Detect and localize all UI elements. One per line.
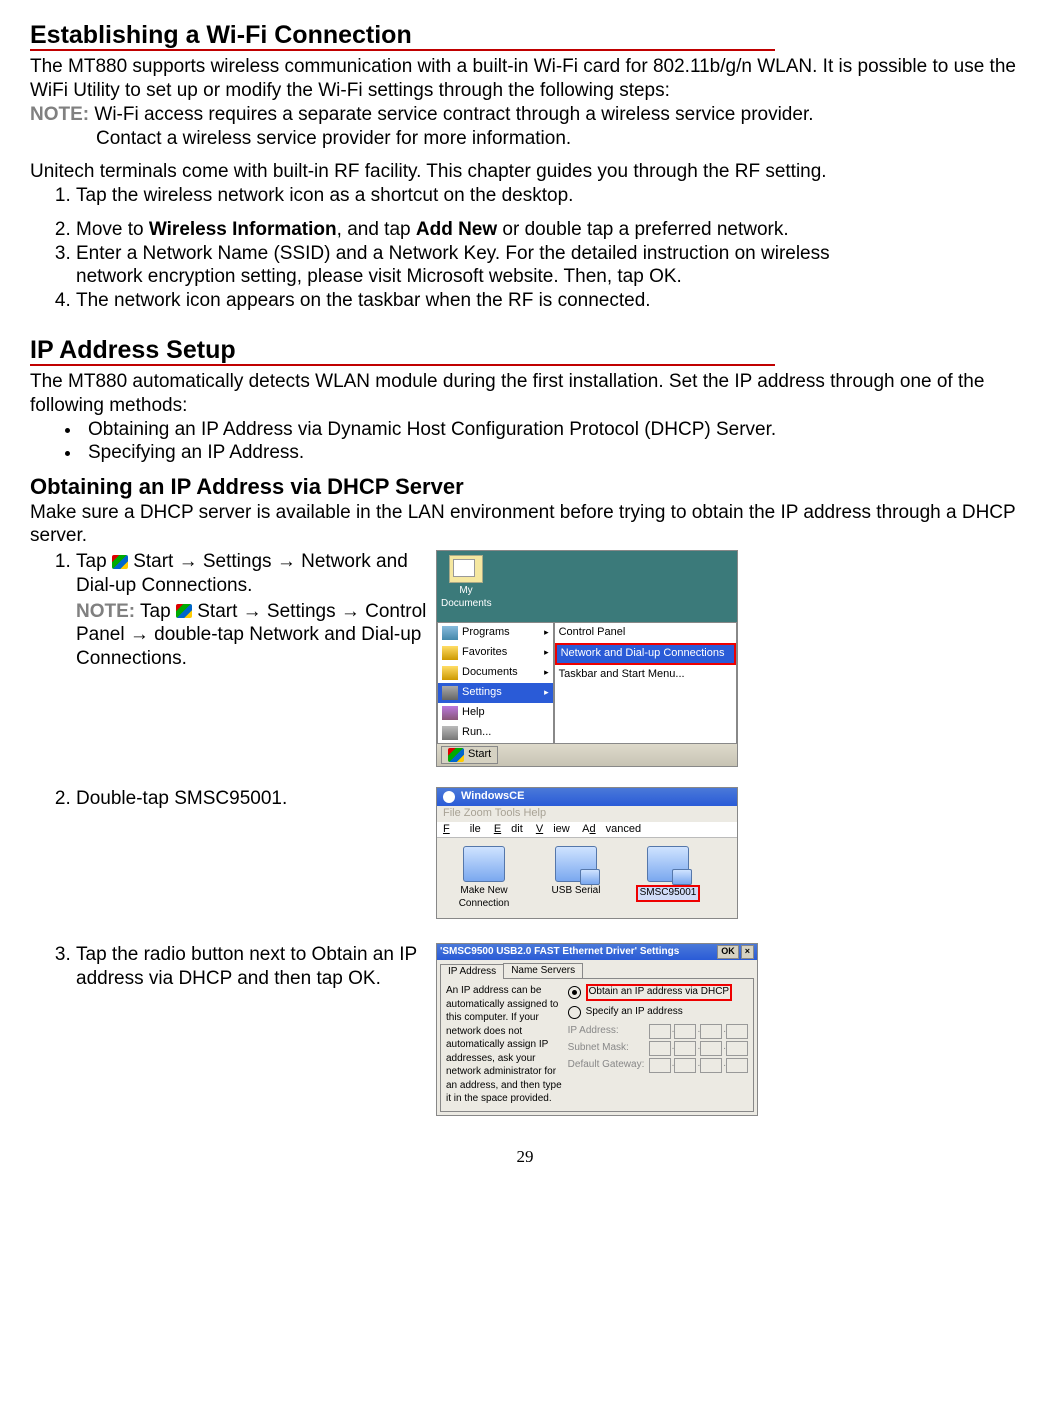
menu-programs[interactable]: Programs▸ — [438, 623, 553, 643]
tab-ip-address[interactable]: IP Address — [440, 964, 504, 980]
submenu-network-dialup[interactable]: Network and Dial-up Connections — [555, 643, 736, 665]
ip-method-specify: Specifying an IP Address. — [82, 441, 1020, 465]
heading-ip: IP Address Setup — [30, 335, 1020, 366]
note-line1: Wi-Fi access requires a separate service… — [89, 104, 813, 125]
menu-edit[interactable]: Edit — [494, 823, 523, 835]
submenu-control-panel[interactable]: Control Panel — [555, 623, 736, 643]
ok-button[interactable]: OK — [717, 945, 739, 958]
start-icon — [448, 748, 464, 762]
note-label: NOTE: — [76, 601, 135, 622]
menu-help[interactable]: Help — [438, 703, 553, 723]
step-1-row: Tap Start → Settings → Network and Dial-… — [30, 550, 1020, 767]
ip-methods: Obtaining an IP Address via Dynamic Host… — [30, 418, 1020, 466]
step-3-row: Tap the radio button next to Obtain an I… — [30, 943, 1020, 1115]
dialog-titlebar: 'SMSC9500 USB2.0 FAST Ethernet Driver' S… — [437, 944, 757, 959]
close-button[interactable]: × — [741, 945, 754, 958]
help-text: An IP address can be automatically assig… — [446, 984, 568, 1106]
page-number: 29 — [30, 1146, 1020, 1167]
window-titlebar: WindowsCE — [437, 788, 737, 806]
para-rf-intro: Unitech terminals come with built-in RF … — [30, 160, 1020, 184]
make-new-connection[interactable]: Make New Connection — [445, 846, 523, 910]
ip-method-dhcp: Obtaining an IP Address via Dynamic Host… — [82, 418, 1020, 442]
para-dhcp-intro: Make sure a DHCP server is available in … — [30, 501, 1020, 549]
ip-address-field: IP Address: ... — [568, 1024, 748, 1039]
subheading-dhcp: Obtaining an IP Address via DHCP Server — [30, 473, 1020, 501]
menu-documents[interactable]: Documents▸ — [438, 663, 553, 683]
subnet-mask-field: Subnet Mask: ... — [568, 1041, 748, 1056]
radio-specify[interactable]: Specify an IP address — [568, 1006, 748, 1019]
step-2-row: Double-tap SMSC95001. WindowsCE File Zoo… — [30, 787, 1020, 919]
dhcp-step-3: Tap the radio button next to Obtain an I… — [76, 943, 430, 991]
menu-favorites[interactable]: Favorites▸ — [438, 643, 553, 663]
app-icon — [443, 791, 455, 803]
wifi-step-1: Tap the wireless network icon as a short… — [76, 184, 1020, 208]
smsc95001[interactable]: SMSC95001 — [629, 846, 707, 910]
wifi-steps-list: Tap the wireless network icon as a short… — [30, 184, 1020, 208]
my-documents-icon[interactable]: My Documents — [441, 555, 491, 610]
dhcp-step-1: Tap Start → Settings → Network and Dial-… — [76, 550, 430, 671]
wifi-steps-list-2: Move to Wireless Information, and tap Ad… — [30, 218, 836, 313]
gateway-field: Default Gateway: ... — [568, 1058, 748, 1073]
start-icon — [176, 604, 192, 618]
dhcp-step-2: Double-tap SMSC95001. — [76, 787, 430, 811]
screenshot-start-menu: My Documents Programs▸ Favorites▸ Docume… — [436, 550, 738, 767]
start-icon — [112, 555, 128, 569]
heading-wifi: Establishing a Wi-Fi Connection — [30, 20, 1020, 51]
submenu-taskbar[interactable]: Taskbar and Start Menu... — [555, 665, 736, 685]
wifi-step-2: Move to Wireless Information, and tap Ad… — [76, 218, 836, 242]
para-wifi-intro: The MT880 supports wireless communicatio… — [30, 55, 1020, 103]
usb-serial[interactable]: USB Serial — [537, 846, 615, 910]
menu-view[interactable]: View — [536, 823, 570, 835]
menu-run[interactable]: Run... — [438, 723, 553, 743]
menu-settings[interactable]: Settings▸ — [438, 683, 553, 703]
screenshot-connections: WindowsCE File Zoom Tools Help File Edit… — [436, 787, 738, 919]
radio-button-icon — [568, 986, 581, 999]
menu-advanced[interactable]: Advanced — [582, 823, 641, 835]
inner-menu-bar: File Edit View Advanced — [437, 822, 737, 839]
wifi-step-4: The network icon appears on the taskbar … — [76, 289, 836, 313]
note-wifi: NOTE: Wi-Fi access requires a separate s… — [30, 103, 1020, 151]
tab-name-servers[interactable]: Name Servers — [503, 963, 583, 979]
wifi-step-3: Enter a Network Name (SSID) and a Networ… — [76, 242, 836, 290]
note-label: NOTE: — [30, 104, 89, 125]
radio-button-icon — [568, 1006, 581, 1019]
para-ip-intro: The MT880 automatically detects WLAN mod… — [30, 370, 1020, 418]
screenshot-ip-settings: 'SMSC9500 USB2.0 FAST Ethernet Driver' S… — [436, 943, 758, 1115]
radio-dhcp[interactable]: Obtain an IP address via DHCP — [568, 984, 748, 1001]
menu-file[interactable]: File — [443, 823, 481, 835]
outer-menu: File Zoom Tools Help — [437, 806, 737, 822]
start-button[interactable]: Start — [441, 746, 498, 764]
note-line2: Contact a wireless service provider for … — [30, 127, 1020, 151]
